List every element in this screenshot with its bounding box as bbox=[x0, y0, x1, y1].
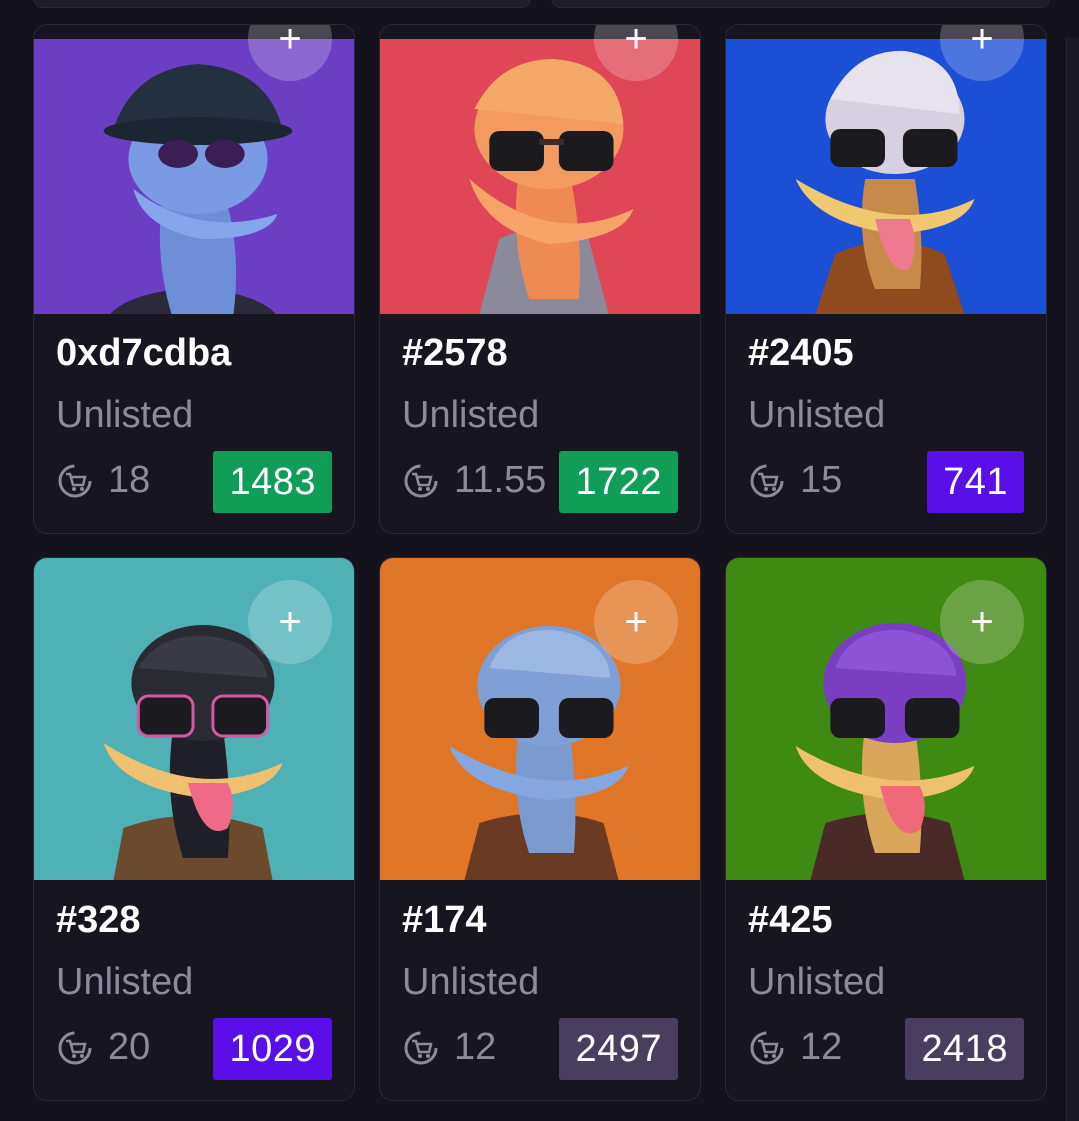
nft-card[interactable]: + 1029 #328 Unlisted 20 bbox=[33, 557, 355, 1101]
card-info: #425 Unlisted 12 bbox=[748, 898, 1036, 1069]
nft-card[interactable]: + 2497 #174 Unlisted 12 bbox=[379, 557, 701, 1101]
nft-title: #174 bbox=[402, 899, 487, 941]
listing-status: Unlisted bbox=[748, 394, 886, 436]
add-button[interactable]: + bbox=[248, 580, 332, 664]
cart-icon bbox=[58, 1031, 92, 1064]
card-info: #328 Unlisted 20 bbox=[56, 898, 344, 1069]
cart-icon bbox=[404, 1031, 438, 1064]
price-value: 15 bbox=[800, 459, 843, 501]
price-value: 12 bbox=[454, 1026, 497, 1068]
nft-title: 0xd7cdba bbox=[56, 332, 232, 374]
price-value: 20 bbox=[108, 1026, 151, 1068]
price-value: 18 bbox=[108, 459, 151, 501]
add-button[interactable]: + bbox=[940, 580, 1024, 664]
price-row: 20 bbox=[56, 1026, 344, 1069]
price-row: 11.55 bbox=[402, 459, 690, 502]
listing-status: Unlisted bbox=[748, 961, 886, 1003]
listing-status: Unlisted bbox=[402, 961, 540, 1003]
price-row: 12 bbox=[748, 1026, 1036, 1069]
nft-title: #2405 bbox=[748, 332, 854, 374]
nft-card[interactable]: + 1722 #2578 Unlisted 11.55 bbox=[379, 24, 701, 534]
price-row: 18 bbox=[56, 459, 344, 502]
nft-title: #328 bbox=[56, 899, 141, 941]
nft-card[interactable]: + 1483 0xd7cdba Unlisted 18 bbox=[33, 24, 355, 534]
nft-image bbox=[34, 39, 354, 314]
card-info: #2578 Unlisted 11.55 bbox=[402, 331, 690, 502]
listing-status: Unlisted bbox=[402, 394, 540, 436]
nft-image bbox=[726, 39, 1046, 314]
price-row: 12 bbox=[402, 1026, 690, 1069]
listing-status: Unlisted bbox=[56, 961, 194, 1003]
nft-card[interactable]: + 741 #2405 Unlisted 15 bbox=[725, 24, 1047, 534]
listing-status: Unlisted bbox=[56, 394, 194, 436]
price-value: 11.55 bbox=[454, 459, 547, 501]
scrollbar[interactable] bbox=[1066, 38, 1079, 1121]
card-info: #174 Unlisted 12 bbox=[402, 898, 690, 1069]
nft-card[interactable]: + 2418 #425 Unlisted 12 bbox=[725, 557, 1047, 1101]
nft-title: #425 bbox=[748, 899, 833, 941]
nft-title: #2578 bbox=[402, 332, 508, 374]
card-info: 0xd7cdba Unlisted 18 bbox=[56, 331, 344, 502]
price-value: 12 bbox=[800, 1026, 843, 1068]
card-info: #2405 Unlisted 15 bbox=[748, 331, 1036, 502]
cart-icon bbox=[404, 464, 438, 497]
nft-grid: + 1483 0xd7cdba Unlisted 18 + 1722 #2578… bbox=[33, 0, 1049, 1121]
price-row: 15 bbox=[748, 459, 1036, 502]
nft-image bbox=[380, 39, 700, 314]
cart-icon bbox=[750, 1031, 784, 1064]
add-button[interactable]: + bbox=[594, 580, 678, 664]
cart-icon bbox=[750, 464, 784, 497]
cart-icon bbox=[58, 464, 92, 497]
